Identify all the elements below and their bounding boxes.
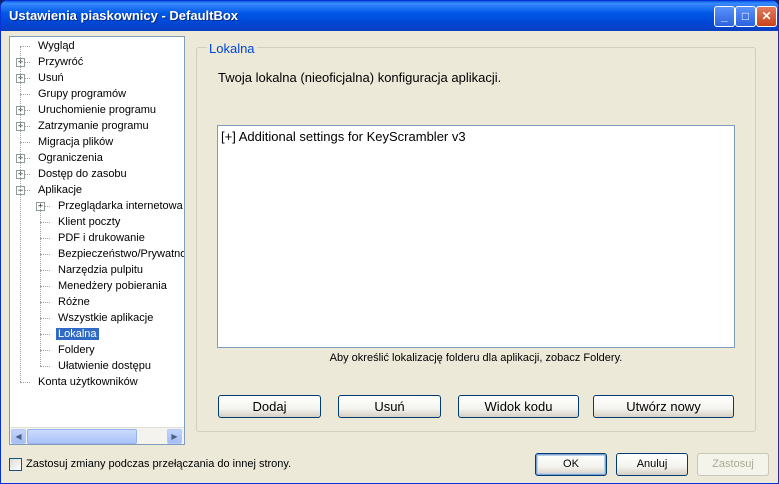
tree-item[interactable]: Przywróć — [36, 54, 85, 70]
tree-item-label: Klient poczty — [58, 216, 121, 228]
tree-connector — [40, 318, 50, 319]
tree-item-label: PDF i drukowanie — [58, 232, 145, 244]
tree-item[interactable]: Wygląd — [36, 38, 77, 54]
tree-item-label: Grupy programów — [38, 88, 127, 100]
tree-item[interactable]: Konta użytkowników — [36, 374, 140, 390]
tree-connector — [40, 366, 50, 367]
scroll-right-arrow-icon[interactable]: ▶ — [167, 429, 182, 444]
tree-item[interactable]: Lokalna — [56, 326, 99, 342]
tree-item-label: Menedżery pobierania — [58, 280, 167, 292]
tree-connector — [40, 350, 50, 351]
tree-connector — [40, 270, 50, 271]
tree-item[interactable]: Wszystkie aplikacje — [56, 310, 155, 326]
tree-item-label: Bezpieczeństwo/Prywatność — [58, 248, 184, 260]
tree-connector — [40, 286, 50, 287]
tree-connector — [20, 382, 30, 383]
scroll-left-arrow-icon[interactable]: ◀ — [11, 429, 26, 444]
tree-item[interactable]: Uruchomienie programu — [36, 102, 158, 118]
tree-item[interactable]: Przeglądarka internetowa — [56, 198, 184, 214]
tree-horizontal-scrollbar[interactable]: ◀ ▶ — [10, 427, 184, 444]
minimize-button[interactable]: _ — [714, 6, 735, 27]
tree-item-label: Ułatwienie dostępu — [58, 360, 151, 372]
tree-item[interactable]: Różne — [56, 294, 92, 310]
remove-button[interactable]: Usuń — [338, 395, 441, 418]
tree-connector — [40, 238, 50, 239]
apply-button[interactable]: Zastosuj — [697, 453, 769, 476]
local-config-list[interactable]: [+] Additional settings for KeyScrambler… — [217, 125, 735, 348]
tree-connector — [20, 46, 21, 382]
tree-item-label: Zatrzymanie programu — [38, 120, 149, 132]
tree-connector — [40, 334, 50, 335]
tree-item[interactable]: Menedżery pobierania — [56, 278, 169, 294]
tree-item[interactable]: Ułatwienie dostępu — [56, 358, 153, 374]
tree-connector — [20, 46, 30, 47]
tree-connector — [40, 206, 41, 366]
tree-item[interactable]: Dostęp do zasobu — [36, 166, 129, 182]
tree-item[interactable]: Grupy programów — [36, 86, 128, 102]
tree-item-label: Uruchomienie programu — [38, 104, 156, 116]
tree-connector — [20, 94, 30, 95]
tree-item-label: Wygląd — [38, 40, 75, 52]
tree-item[interactable]: Ograniczenia — [36, 150, 105, 166]
cancel-button[interactable]: Anuluj — [616, 453, 688, 476]
settings-tree[interactable]: Wygląd + Przywróć + Usuń Grupy programów + Uruc… — [10, 37, 184, 427]
tree-connector — [40, 222, 50, 223]
tree-item[interactable]: Aplikacje — [36, 182, 84, 198]
tree-item-label: Ograniczenia — [38, 152, 103, 164]
close-button[interactable]: ✕ — [756, 6, 777, 27]
tree-item-label: Foldery — [58, 344, 95, 356]
tree-item[interactable]: Usuń — [36, 70, 66, 86]
tree-item-label: Różne — [58, 296, 90, 308]
apply-on-switch-label: Zastosuj zmiany podczas przełączania do … — [26, 458, 292, 470]
tree-item[interactable]: Foldery — [56, 342, 97, 358]
tree-item-label: Wszystkie aplikacje — [58, 312, 154, 324]
tree-item-label: Usuń — [38, 72, 64, 84]
tree-item-label: Przywróć — [38, 56, 84, 68]
tree-connector — [40, 302, 50, 303]
tree-item-label: Dostęp do zasobu — [38, 168, 127, 180]
tree-item[interactable]: Zatrzymanie programu — [36, 118, 151, 134]
description-text: Twoja lokalna (nieoficjalna) konfiguracj… — [218, 70, 502, 85]
tree-item-label: Konta użytkowników — [38, 376, 138, 388]
add-button[interactable]: Dodaj — [218, 395, 321, 418]
create-new-button[interactable]: Utwórz nowy — [593, 395, 734, 418]
view-code-button[interactable]: Widok kodu — [458, 395, 579, 418]
apply-on-switch-checkbox[interactable] — [9, 458, 22, 471]
title-bar[interactable]: Ustawienia piaskownicy - DefaultBox _ □ … — [1, 1, 778, 31]
window-title: Ustawienia piaskownicy - DefaultBox — [9, 8, 239, 23]
tree-connector — [20, 142, 30, 143]
tree-item[interactable]: Bezpieczeństwo/Prywatność — [56, 246, 184, 262]
folders-hint: Aby określić lokalizację folderu dla apl… — [329, 352, 623, 364]
ok-button[interactable]: OK — [535, 453, 607, 476]
list-item[interactable]: [+] Additional settings for KeyScrambler… — [221, 129, 466, 144]
tree-item-label: Migracja plików — [38, 136, 114, 148]
tree-item-label: Narzędzia pulpitu — [58, 264, 143, 276]
sandbox-settings-window: Ustawienia piaskownicy - DefaultBox _ □ … — [0, 0, 779, 484]
tree-item[interactable]: Migracja plików — [36, 134, 115, 150]
group-title: Lokalna — [207, 41, 257, 56]
scroll-thumb[interactable] — [27, 429, 137, 444]
maximize-button[interactable]: □ — [735, 6, 756, 27]
settings-tree-panel: Wygląd + Przywróć + Usuń Grupy programów + Uruc… — [9, 36, 185, 445]
tree-item-label: Lokalna — [56, 328, 99, 340]
tree-item-label: Przeglądarka internetowa — [58, 200, 183, 212]
tree-item-label: Aplikacje — [38, 184, 83, 196]
tree-item[interactable]: Klient poczty — [56, 214, 122, 230]
tree-item[interactable]: Narzędzia pulpitu — [56, 262, 145, 278]
tree-item[interactable]: PDF i drukowanie — [56, 230, 147, 246]
tree-connector — [40, 254, 50, 255]
